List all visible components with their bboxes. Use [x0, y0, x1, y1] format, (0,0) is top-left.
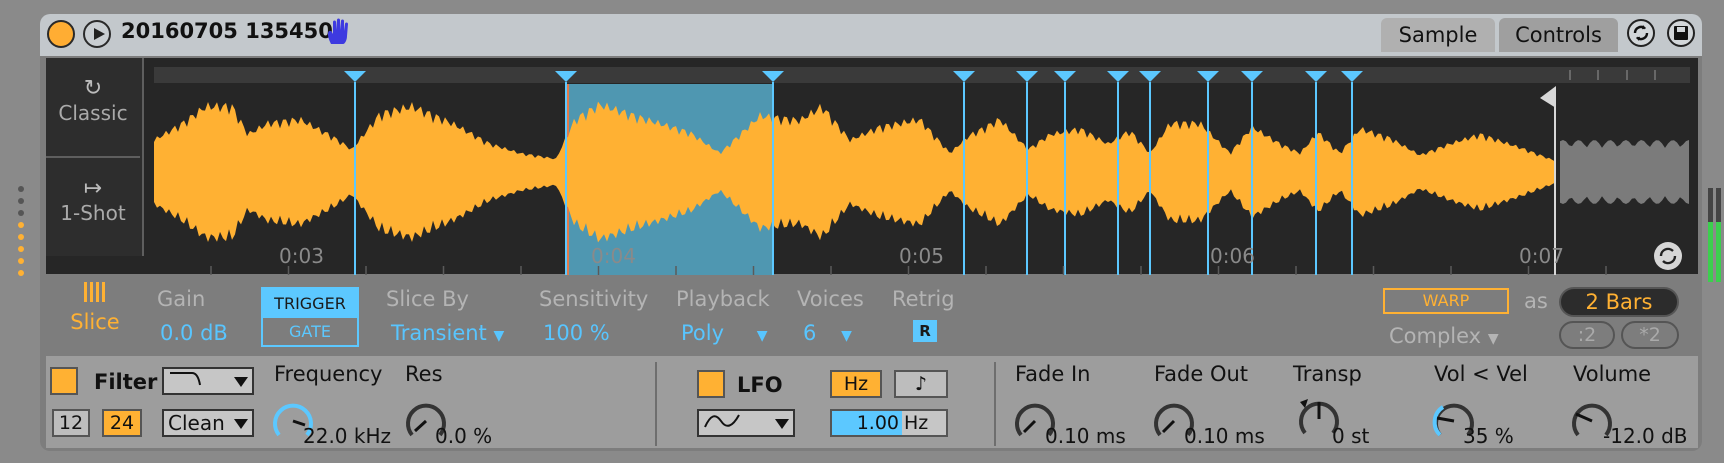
- mode-slice-label: Slice: [70, 310, 120, 334]
- sensitivity-value[interactable]: 100 %: [543, 321, 610, 345]
- sine-wave-icon: [704, 414, 740, 428]
- warp-bars-value[interactable]: 2 Bars: [1559, 287, 1679, 317]
- filter-type-dropdown[interactable]: [162, 367, 254, 395]
- gain-value[interactable]: 0.0 dB: [160, 321, 228, 345]
- lfo-sync-mode-button[interactable]: ♪: [894, 370, 948, 398]
- filter-label: Filter: [94, 370, 158, 394]
- playback-mode-selector: ↻ Classic ↦ 1-Shot: [46, 58, 144, 256]
- transp-value[interactable]: 0 st: [1332, 424, 1369, 448]
- lowpass-curve-icon: [170, 372, 201, 386]
- mode-oneshot-button[interactable]: ↦ 1-Shot: [46, 158, 140, 256]
- chevron-down-icon: ▼: [1487, 331, 1499, 347]
- filter-slope-12[interactable]: 12: [52, 409, 90, 437]
- warp-mode-dropdown[interactable]: Complex ▼: [1389, 324, 1499, 348]
- lfo-rate-field[interactable]: 1.00 Hz: [830, 409, 948, 437]
- time-label-003: 0:03: [279, 244, 324, 268]
- mode-slice-button[interactable]: Slice: [52, 280, 138, 334]
- section-divider: [994, 362, 996, 446]
- slice-by-label: Slice By: [386, 287, 469, 311]
- sensitivity-label: Sensitivity: [539, 287, 649, 311]
- filter-slope-24[interactable]: 24: [102, 409, 142, 437]
- lfo-toggle[interactable]: [697, 370, 725, 398]
- double-length-button[interactable]: *2: [1621, 321, 1679, 349]
- res-label: Res: [405, 362, 443, 386]
- retrig-toggle[interactable]: R: [913, 320, 937, 342]
- vol-vel-label: Vol < Vel: [1434, 362, 1528, 386]
- chevron-down-icon: ▼: [756, 328, 768, 344]
- waveform-shape: [154, 101, 1689, 243]
- gate-option[interactable]: GATE: [263, 318, 357, 345]
- chevron-down-icon: [775, 419, 789, 429]
- waveform-body: [154, 101, 1555, 243]
- time-label-005: 0:05: [899, 244, 944, 268]
- arrow-right-bar-icon: ↦: [83, 176, 103, 201]
- fade-out-value[interactable]: 0.10 ms: [1184, 424, 1265, 448]
- lfo-rate-number: 1.00: [832, 411, 902, 435]
- voices-dropdown[interactable]: 6 ▼: [803, 321, 852, 345]
- chevron-down-icon: [234, 419, 248, 429]
- slice-by-value: Transient: [391, 321, 487, 345]
- lfo-label: LFO: [737, 373, 783, 397]
- time-label-006: 0:06: [1210, 244, 1255, 268]
- transp-label: Transp: [1293, 362, 1362, 386]
- chevron-down-icon: [234, 377, 248, 387]
- chevron-down-icon: ▼: [841, 328, 852, 344]
- time-label-004: 0:04: [591, 244, 636, 268]
- playback-label: Playback: [676, 287, 770, 311]
- volume-value[interactable]: -12.0 dB: [1603, 424, 1688, 448]
- vol-vel-value[interactable]: 35 %: [1463, 424, 1514, 448]
- slice-icon: [84, 282, 105, 302]
- warp-button[interactable]: WARP: [1383, 288, 1509, 314]
- filter-circuit-value: Clean: [168, 411, 225, 435]
- device-drag-handle[interactable]: [16, 184, 26, 280]
- fade-out-label: Fade Out: [1154, 362, 1249, 386]
- playback-dropdown[interactable]: Poly ▼: [681, 321, 768, 345]
- mode-classic-label: Classic: [58, 101, 128, 125]
- output-level-meter: [1708, 188, 1721, 282]
- filter-toggle[interactable]: [50, 367, 78, 395]
- filter-circuit-dropdown[interactable]: Clean: [162, 409, 254, 437]
- chevron-down-icon: ▼: [493, 328, 505, 344]
- lfo-rate-unit: Hz: [904, 412, 929, 434]
- section-divider: [655, 362, 657, 446]
- mode-classic-button[interactable]: ↻ Classic: [46, 58, 140, 158]
- playback-value: Poly: [681, 321, 725, 345]
- frequency-value[interactable]: 22.0 kHz: [303, 424, 391, 448]
- sync-view-icon[interactable]: [1654, 242, 1682, 270]
- gain-label: Gain: [157, 287, 206, 311]
- trigger-option[interactable]: TRIGGER: [263, 289, 357, 318]
- slice-by-dropdown[interactable]: Transient ▼: [391, 321, 504, 345]
- lfo-hz-mode-button[interactable]: Hz: [830, 370, 882, 398]
- fade-in-value[interactable]: 0.10 ms: [1045, 424, 1126, 448]
- warp-as-label: as: [1524, 289, 1548, 313]
- res-value[interactable]: 0.0 %: [435, 424, 492, 448]
- mode-oneshot-label: 1-Shot: [60, 201, 126, 225]
- slice-marker-lane[interactable]: [154, 67, 1690, 83]
- retrig-label: Retrig: [892, 287, 955, 311]
- loop-icon: ↻: [83, 76, 103, 101]
- time-label-007: 0:07: [1519, 244, 1564, 268]
- frequency-label: Frequency: [274, 362, 383, 386]
- voices-label: Voices: [797, 287, 864, 311]
- warp-mode-value: Complex: [1389, 324, 1482, 348]
- end-marker-flag[interactable]: [1540, 86, 1556, 108]
- fade-in-label: Fade In: [1015, 362, 1091, 386]
- waveform-tail: [1560, 140, 1689, 204]
- half-length-button[interactable]: :2: [1559, 321, 1615, 349]
- lfo-waveform-dropdown[interactable]: [697, 409, 795, 437]
- trigger-gate-switch[interactable]: TRIGGER GATE: [261, 287, 359, 347]
- volume-label: Volume: [1573, 362, 1652, 386]
- voices-value: 6: [803, 321, 817, 345]
